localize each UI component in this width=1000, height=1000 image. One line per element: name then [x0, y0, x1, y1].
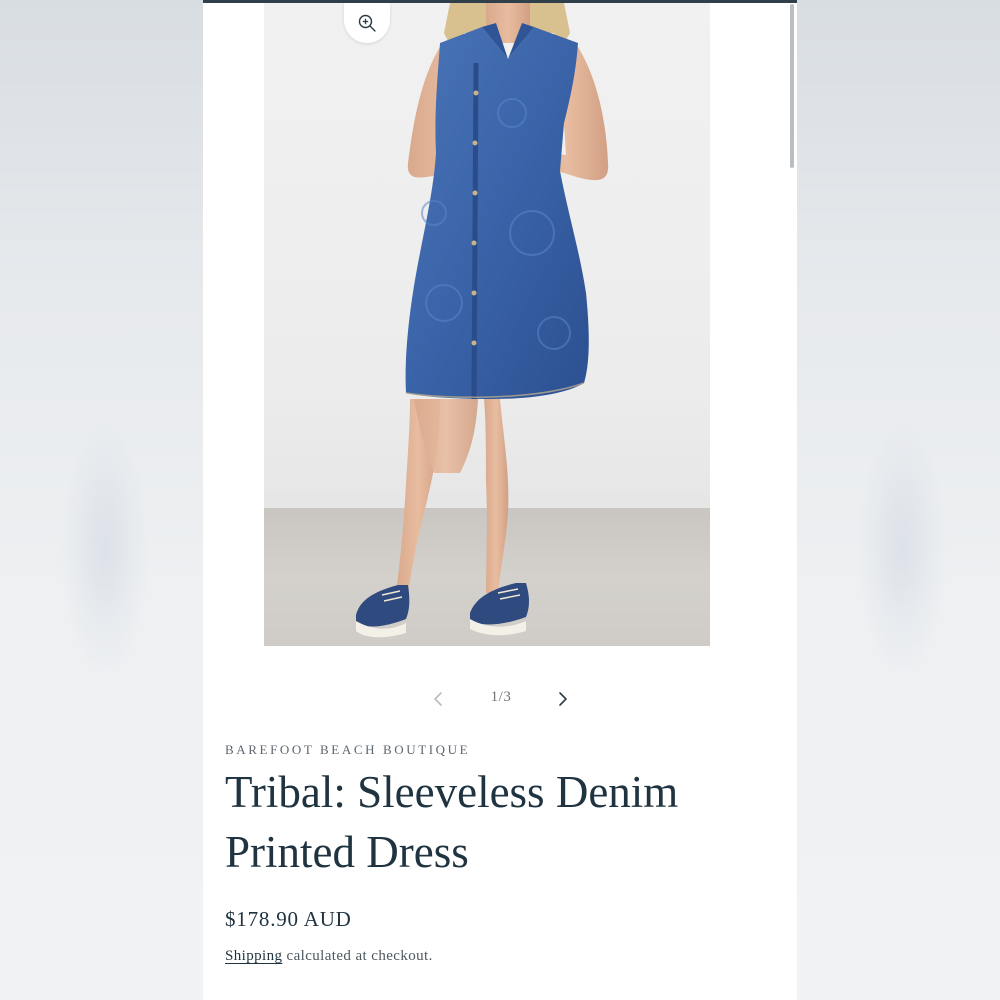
model-photo — [356, 3, 609, 638]
product-image[interactable] — [264, 3, 710, 646]
background-left — [0, 0, 203, 1000]
background-right — [797, 0, 1000, 1000]
zoom-in-icon — [358, 14, 376, 32]
slide-counter: 1/3 — [490, 689, 512, 705]
shipping-note: Shipping calculated at checkout. — [225, 948, 433, 965]
previous-image-button[interactable] — [427, 688, 449, 710]
chevron-right-icon — [559, 692, 567, 706]
chevron-left-icon — [434, 692, 442, 706]
vendor-name: BAREFOOT BEACH BOUTIQUE — [225, 742, 471, 757]
shipping-link[interactable]: Shipping — [225, 948, 282, 964]
image-slider-controls: 1/3 — [203, 684, 797, 714]
product-page: 1/3 BAREFOOT BEACH BOUTIQUE Tribal: Slee… — [203, 0, 797, 1000]
product-price: $178.90 AUD — [225, 907, 352, 931]
scrollbar[interactable] — [790, 4, 794, 168]
next-image-button[interactable] — [552, 688, 574, 710]
shipping-note-text: calculated at checkout. — [282, 948, 433, 964]
product-title: Tribal: Sleeveless Denim Printed Dress — [225, 767, 679, 877]
